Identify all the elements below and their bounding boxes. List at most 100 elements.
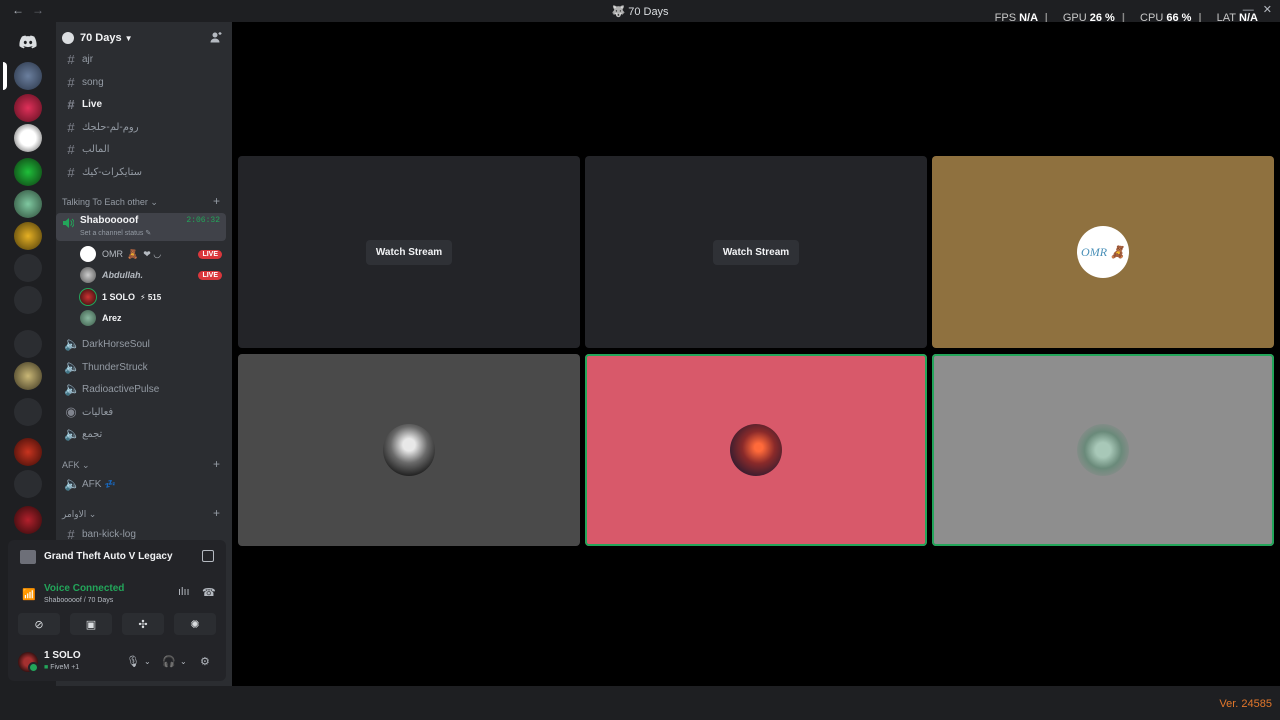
- screen-share-button[interactable]: ▣: [70, 613, 112, 635]
- channel-item[interactable]: # Live: [62, 94, 226, 114]
- channel-item[interactable]: # ajr: [62, 49, 226, 69]
- server-icon: 🐺: [611, 6, 629, 18]
- add-channel-icon[interactable]: +: [213, 506, 220, 520]
- camera-off-icon: ⊘: [34, 618, 44, 631]
- voice-channel-item[interactable]: 🔈 AFK 💤: [62, 474, 226, 494]
- voice-channel-item[interactable]: ◉ فعاليات: [62, 402, 226, 422]
- hash-icon: #: [67, 141, 75, 157]
- channel-label: Live: [82, 98, 103, 110]
- voice-member[interactable]: OMR 🧸 ❤ ◡ LIVE: [80, 244, 226, 264]
- channel-label: ستايكرات-كيك: [82, 166, 142, 178]
- gear-icon[interactable]: ⚙: [200, 655, 210, 668]
- channel-label: فعاليات: [82, 406, 114, 418]
- voice-connection-panel: 📶 Voice Connected Shabooooof / 70 Days ı…: [8, 575, 226, 645]
- active-voice-channel[interactable]: Shabooooof Set a channel status ✎ 2:06:3…: [56, 213, 226, 241]
- voice-timer: 2:06:32: [186, 216, 220, 225]
- discord-home-icon[interactable]: [14, 28, 42, 56]
- guild-icon: [62, 32, 74, 44]
- chevron-down-icon[interactable]: ⌄: [180, 657, 187, 666]
- speaker-icon: 🔈: [64, 381, 81, 396]
- chevron-down-icon[interactable]: ⌄: [144, 657, 151, 666]
- participant-tile-abdullah[interactable]: [238, 354, 580, 546]
- watch-stream-button[interactable]: Watch Stream: [712, 239, 800, 265]
- channel-item[interactable]: # ستايكرات-كيك: [62, 162, 226, 182]
- channel-status-label: Set a channel status: [80, 230, 144, 237]
- watch-stream-button[interactable]: Watch Stream: [365, 239, 453, 265]
- stream-tile-abdullah[interactable]: Watch Stream: [585, 156, 927, 348]
- server-teal-icon[interactable]: [14, 470, 42, 498]
- server-folder2-icon[interactable]: [14, 330, 42, 358]
- signal-icon[interactable]: 📶: [22, 588, 36, 601]
- channel-status[interactable]: Set a channel status ✎: [80, 229, 151, 237]
- voice-connected-label[interactable]: Voice Connected: [44, 583, 124, 594]
- server-green-icon[interactable]: [14, 158, 42, 186]
- user-status: ■ FiveM +1: [44, 664, 79, 671]
- voice-member[interactable]: Arez: [80, 308, 226, 328]
- server-mask-icon[interactable]: [14, 286, 42, 314]
- category-talking[interactable]: Talking To Each other ⌄: [62, 197, 158, 208]
- invite-people-icon[interactable]: [210, 31, 222, 43]
- member-name: OMR: [102, 249, 123, 259]
- category-admin[interactable]: الاوامر ⌄: [62, 509, 96, 520]
- add-channel-icon[interactable]: +: [213, 194, 220, 208]
- voice-channel-item[interactable]: 🔈 ThunderStruck: [62, 357, 226, 377]
- channel-item[interactable]: # المالب: [62, 139, 226, 159]
- voice-channel-path[interactable]: Shabooooof / 70 Days: [44, 597, 113, 604]
- disconnect-icon[interactable]: ☎: [202, 586, 216, 599]
- participant-tile-1solo[interactable]: [585, 354, 927, 546]
- voice-stage: Watch Stream Watch Stream OMR 🧸: [232, 22, 1280, 686]
- member-name: Abdullah.: [102, 270, 143, 280]
- voice-channel-item[interactable]: 🔈 RadioactivePulse: [62, 379, 226, 399]
- activities-button[interactable]: ✣: [122, 613, 164, 635]
- avatar: [80, 267, 96, 283]
- participant-tile-arez[interactable]: [932, 354, 1274, 546]
- game-overlay-icon[interactable]: [202, 550, 214, 562]
- server-red-icon[interactable]: [14, 94, 42, 122]
- server-ring-icon[interactable]: [14, 438, 42, 466]
- server-gold-icon[interactable]: [14, 222, 42, 250]
- headphones-icon[interactable]: 🎧: [162, 655, 176, 668]
- soundboard-icon: ✺: [190, 618, 200, 631]
- speaker-icon: 🔈: [64, 336, 81, 351]
- voice-member[interactable]: Abdullah. LIVE: [80, 265, 226, 285]
- camera-button[interactable]: ⊘: [18, 613, 60, 635]
- channel-label: DarkHorseSoul: [82, 338, 150, 350]
- close-icon[interactable]: ✕: [1263, 4, 1272, 16]
- server-folder-icon[interactable]: [14, 254, 42, 282]
- voice-channel-item[interactable]: 🔈 تجمع: [62, 424, 226, 444]
- noise-suppression-icon[interactable]: ılıı: [178, 586, 190, 598]
- channel-label: AFK: [82, 478, 102, 490]
- server-folder3-icon[interactable]: [14, 398, 42, 426]
- voice-member[interactable]: 1 SOLO ⚡ 515: [79, 287, 226, 307]
- channel-label: ThunderStruck: [82, 361, 148, 373]
- soundboard-button[interactable]: ✺: [174, 613, 216, 635]
- hash-icon: #: [67, 74, 75, 90]
- avatar: [79, 288, 97, 306]
- channel-item[interactable]: # روم-لم-حلجك: [62, 117, 226, 137]
- speaker-icon: [63, 218, 74, 228]
- server-yellow-icon[interactable]: [14, 362, 42, 390]
- microphone-icon[interactable]: 🎙: [126, 655, 140, 668]
- user-name[interactable]: 1 SOLO: [44, 650, 81, 661]
- avatar: [383, 424, 435, 476]
- server-70days-icon[interactable]: [14, 62, 42, 90]
- chevron-down-icon: ▼: [124, 33, 133, 43]
- server-white-icon[interactable]: [14, 124, 42, 152]
- hash-icon: #: [67, 51, 75, 67]
- voice-channel-item[interactable]: 🔈 DarkHorseSoul: [62, 334, 226, 354]
- participant-tile-omr[interactable]: OMR 🧸: [932, 156, 1274, 348]
- channel-label: تجمع: [82, 428, 103, 440]
- avatar[interactable]: [18, 652, 39, 673]
- channel-label: روم-لم-حلجك: [82, 121, 139, 133]
- server-skull-icon[interactable]: [14, 190, 42, 218]
- server-dark-red-icon[interactable]: [14, 506, 42, 534]
- hash-icon: #: [67, 119, 75, 135]
- add-channel-icon[interactable]: +: [213, 457, 220, 471]
- category-afk[interactable]: AFK ⌄: [62, 460, 90, 471]
- stream-tile-omr[interactable]: Watch Stream: [238, 156, 580, 348]
- user-status-text: FiveM +1: [50, 664, 80, 671]
- game-icon: [20, 550, 36, 564]
- category-label: الاوامر: [62, 509, 87, 519]
- game-activity-panel: Grand Theft Auto V Legacy: [8, 540, 226, 575]
- channel-item[interactable]: # song: [62, 72, 226, 92]
